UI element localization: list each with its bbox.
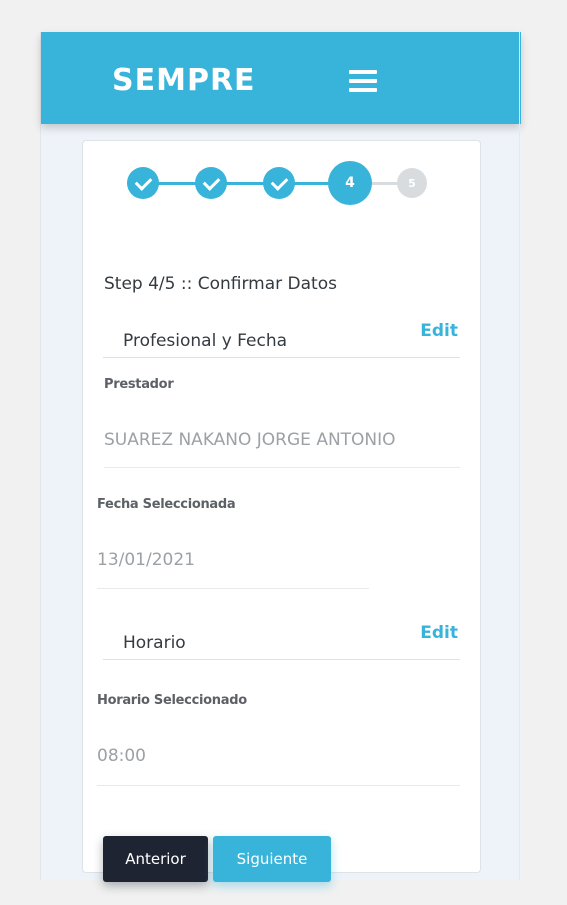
prestador-label: Prestador	[104, 377, 174, 392]
prestador-value: SUAREZ NAKANO JORGE ANTONIO	[104, 430, 396, 450]
edit-professional-link[interactable]: Edit	[420, 321, 458, 341]
check-icon	[202, 172, 220, 191]
horario-label: Horario Seleccionado	[97, 693, 247, 708]
field-divider	[97, 588, 369, 589]
check-icon	[270, 172, 288, 191]
previous-button[interactable]: Anterior	[103, 836, 208, 882]
wizard-card: 4 5 Step 4/5 :: Confirmar Datos Profesio…	[82, 140, 481, 882]
step-4-current[interactable]: 4	[328, 161, 372, 205]
fecha-value: 13/01/2021	[97, 550, 195, 570]
app-frame: SEMPRE 4 5 Step 4/5 :: Confirmar Datos P…	[40, 32, 521, 882]
horario-value: 08:00	[97, 746, 146, 766]
step-5-pending: 5	[397, 168, 427, 198]
fecha-label: Fecha Seleccionada	[97, 497, 236, 512]
section-title: Profesional y Fecha	[123, 331, 288, 351]
stepper-connector	[293, 182, 333, 185]
top-navbar: SEMPRE	[41, 32, 521, 124]
frame-edge	[519, 32, 520, 880]
field-divider	[104, 467, 460, 468]
brand-logo[interactable]: SEMPRE	[112, 63, 256, 98]
step-3-complete[interactable]	[263, 167, 295, 199]
step-title: Step 4/5 :: Confirmar Datos	[104, 274, 337, 294]
section-title: Horario	[123, 633, 186, 653]
next-button[interactable]: Siguiente	[213, 836, 331, 882]
step-1-complete[interactable]	[127, 167, 159, 199]
field-divider	[97, 785, 460, 786]
check-icon	[134, 172, 152, 191]
hamburger-menu-icon[interactable]	[349, 70, 377, 92]
edit-horario-link[interactable]: Edit	[420, 623, 458, 643]
step-2-complete[interactable]	[195, 167, 227, 199]
section-header-horario: Horario Edit	[103, 623, 460, 660]
progress-stepper: 4 5	[127, 161, 437, 205]
section-header-professional: Profesional y Fecha Edit	[103, 321, 460, 358]
